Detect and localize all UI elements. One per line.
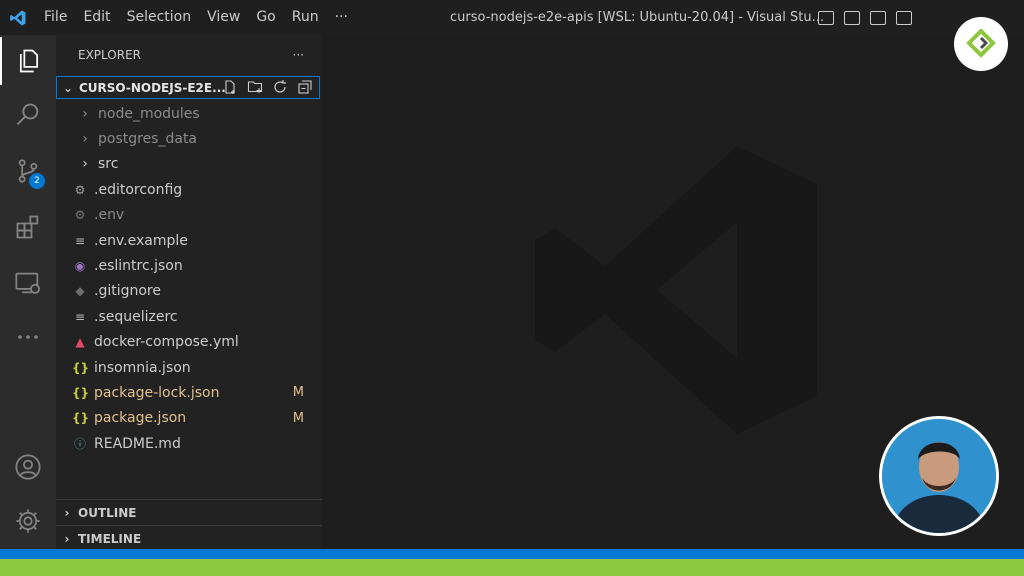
- info-file-icon: ⓘ: [73, 437, 86, 452]
- docker-file-icon: ▲: [75, 335, 85, 350]
- tree-item-readme[interactable]: ⓘ README.md: [56, 431, 322, 456]
- brand-strip: [0, 559, 1024, 576]
- file-tree: › node_modules › postgres_data › src ⚙ .…: [56, 101, 322, 456]
- folder-toolbar: [222, 79, 313, 95]
- chevron-right-icon: ›: [64, 505, 70, 520]
- extensions-icon[interactable]: [0, 203, 56, 251]
- gear-file-icon: ⚙: [74, 208, 86, 223]
- tree-item-insomnia[interactable]: {} insomnia.json: [56, 355, 322, 380]
- tree-item-editorconfig[interactable]: ⚙ .editorconfig: [56, 177, 322, 202]
- menu-run[interactable]: Run: [284, 0, 327, 35]
- tree-item-label: package.json: [94, 410, 187, 427]
- menu-go[interactable]: Go: [248, 0, 283, 35]
- menu-view[interactable]: View: [199, 0, 248, 35]
- modified-badge: M: [292, 385, 304, 401]
- layout-controls: [818, 0, 912, 35]
- gear-icon[interactable]: [0, 497, 56, 545]
- text-file-icon: ≡: [74, 233, 86, 248]
- tree-item-node-modules[interactable]: › node_modules: [56, 101, 322, 126]
- window-title: curso-nodejs-e2e-apis [WSL: Ubuntu-20.04…: [450, 10, 824, 25]
- menu-file[interactable]: File: [36, 0, 75, 35]
- new-folder-icon[interactable]: [247, 79, 263, 95]
- channel-logo-icon: [954, 17, 1008, 71]
- git-file-icon: ◆: [75, 284, 85, 299]
- tree-item-label: src: [98, 156, 119, 173]
- source-control-icon[interactable]: 2: [0, 147, 56, 195]
- tree-item-label: package-lock.json: [94, 384, 220, 401]
- tree-item-sequelizerc[interactable]: ≡ .sequelizerc: [56, 304, 322, 329]
- new-file-icon[interactable]: [222, 79, 238, 95]
- menu-more[interactable]: ···: [327, 0, 356, 35]
- tree-item-gitignore[interactable]: ◆ .gitignore: [56, 279, 322, 304]
- outline-section[interactable]: › OUTLINE: [56, 499, 322, 525]
- tree-item-label: .sequelizerc: [94, 308, 178, 325]
- tree-item-label: .gitignore: [94, 283, 161, 300]
- tree-item-label: .env: [94, 207, 125, 224]
- timeline-section[interactable]: › TIMELINE: [56, 525, 322, 551]
- toggle-primary-sidebar-icon[interactable]: [818, 10, 834, 25]
- explorer-more-button[interactable]: ···: [293, 48, 304, 62]
- title-bar: File Edit Selection View Go Run ··· curs…: [0, 0, 1024, 35]
- more-icon[interactable]: [0, 313, 56, 361]
- menu-edit[interactable]: Edit: [75, 0, 118, 35]
- gear-file-icon: ⚙: [74, 182, 86, 197]
- chevron-right-icon: ›: [82, 156, 88, 173]
- chevron-right-icon: ›: [82, 131, 88, 148]
- customize-layout-icon[interactable]: [896, 10, 912, 25]
- tree-item-label: .eslintrc.json: [94, 258, 183, 275]
- tree-item-package-lock[interactable]: {} package-lock.json M: [56, 380, 322, 405]
- tree-item-docker-compose[interactable]: ▲ docker-compose.yml: [56, 330, 322, 355]
- tree-item-postgres-data[interactable]: › postgres_data: [56, 126, 322, 151]
- json-file-icon: {}: [72, 385, 90, 400]
- json-file-icon: {}: [72, 411, 90, 426]
- chevron-down-icon: ⌄: [62, 80, 74, 95]
- tree-item-label: docker-compose.yml: [94, 334, 239, 351]
- text-file-icon: ≡: [74, 309, 86, 324]
- tree-item-label: README.md: [94, 435, 181, 452]
- tree-item-label: .editorconfig: [94, 181, 183, 198]
- workspace-folder-name: CURSO-NODEJS-E2E...: [79, 80, 226, 95]
- chevron-right-icon: ›: [64, 531, 70, 546]
- eslint-file-icon: ◉: [74, 259, 86, 274]
- vscode-logo-icon: [0, 0, 36, 35]
- collapse-all-icon[interactable]: [297, 79, 313, 95]
- timeline-title: TIMELINE: [78, 531, 142, 546]
- tree-item-env-example[interactable]: ≡ .env.example: [56, 228, 322, 253]
- refresh-icon[interactable]: [272, 79, 288, 95]
- outline-title: OUTLINE: [78, 505, 137, 520]
- webcam-presenter-avatar: [879, 416, 999, 536]
- tree-item-label: .env.example: [94, 232, 188, 249]
- tree-item-env[interactable]: ⚙ .env: [56, 203, 322, 228]
- vscode-watermark-icon: [535, 146, 817, 434]
- toggle-secondary-sidebar-icon[interactable]: [870, 10, 886, 25]
- toggle-panel-icon[interactable]: [844, 10, 860, 25]
- search-icon[interactable]: [0, 91, 56, 139]
- scm-badge: 2: [29, 173, 45, 189]
- tree-item-label: postgres_data: [98, 131, 198, 148]
- status-bar: [0, 549, 1024, 559]
- explorer-title: EXPLORER: [78, 48, 141, 62]
- tree-item-eslintrc[interactable]: ◉ .eslintrc.json: [56, 253, 322, 278]
- modified-badge: M: [292, 410, 304, 426]
- account-icon[interactable]: [0, 443, 56, 491]
- explorer-header: EXPLORER ···: [56, 35, 322, 75]
- remote-explorer-icon[interactable]: [0, 259, 56, 307]
- tree-item-package[interactable]: {} package.json M: [56, 406, 322, 431]
- tree-item-label: insomnia.json: [94, 359, 191, 376]
- activity-bar: 2: [0, 35, 56, 549]
- explorer-icon[interactable]: [0, 37, 56, 85]
- workspace-folder-header[interactable]: ⌄ CURSO-NODEJS-E2E...: [56, 76, 320, 99]
- tree-item-label: node_modules: [98, 105, 200, 122]
- json-file-icon: {}: [72, 360, 90, 375]
- chevron-right-icon: ›: [82, 105, 88, 122]
- explorer-sidebar: EXPLORER ··· ⌄ CURSO-NODEJS-E2E... › nod…: [56, 35, 322, 549]
- tree-item-src[interactable]: › src: [56, 152, 322, 177]
- menu-selection[interactable]: Selection: [119, 0, 200, 35]
